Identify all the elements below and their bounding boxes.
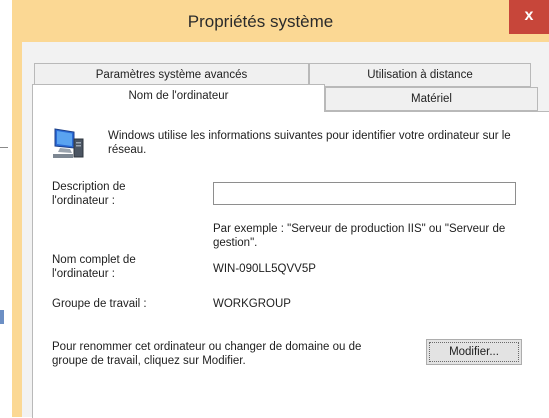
tab-label: Paramètres système avancés bbox=[95, 69, 248, 81]
computer-icon bbox=[52, 127, 88, 161]
title-bar[interactable]: Propriétés système x bbox=[12, 0, 549, 42]
intro-text: Windows utilise les informations suivant… bbox=[108, 130, 511, 156]
description-input[interactable] bbox=[213, 182, 516, 205]
tab-label: Utilisation à distance bbox=[367, 69, 473, 81]
window-title: Propriétés système bbox=[187, 12, 334, 31]
tab-hardware[interactable]: Matériel bbox=[325, 87, 538, 111]
background-edge-mark bbox=[0, 310, 4, 324]
fullname-value: WIN-090LL5QVV5P bbox=[213, 263, 316, 275]
background-divider bbox=[0, 147, 8, 148]
close-button[interactable]: x bbox=[509, 0, 549, 34]
close-icon: x bbox=[524, 7, 534, 24]
tab-label: Matériel bbox=[411, 93, 452, 105]
workgroup-value: WORKGROUP bbox=[213, 298, 291, 310]
example-text: Par exemple : "Serveur de production IIS… bbox=[213, 223, 506, 249]
tab-label: Nom de l'ordinateur bbox=[128, 90, 229, 102]
rename-text: Pour renommer cet ordinateur ou changer … bbox=[52, 341, 362, 367]
modify-button-label: Modifier... bbox=[449, 346, 499, 358]
tab-remote[interactable]: Utilisation à distance bbox=[309, 63, 531, 87]
workgroup-label: Groupe de travail : bbox=[52, 298, 147, 310]
modify-button[interactable]: Modifier... bbox=[426, 339, 522, 365]
window-frame bbox=[12, 42, 22, 417]
system-properties-dialog: Propriétés système x Paramètres système … bbox=[12, 0, 549, 418]
tab-computer-name[interactable]: Nom de l'ordinateur bbox=[32, 84, 325, 112]
description-label: Description de l'ordinateur : bbox=[52, 181, 126, 207]
fullname-label: Nom complet de l'ordinateur : bbox=[52, 254, 136, 280]
